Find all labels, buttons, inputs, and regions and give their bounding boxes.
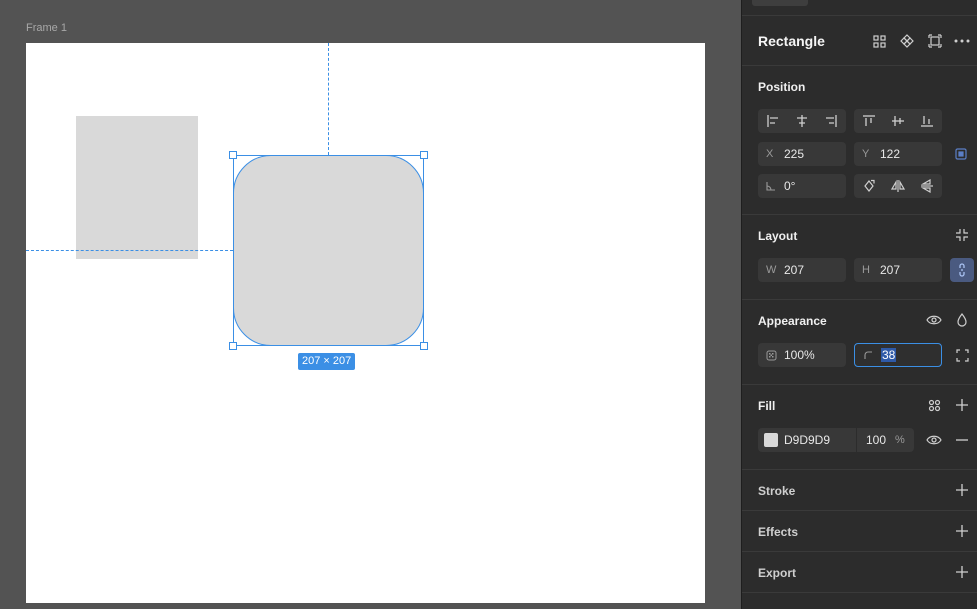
width-field[interactable]: W 207 <box>758 258 846 282</box>
resize-handle-top-right[interactable] <box>420 151 428 159</box>
layout-title: Layout <box>758 229 798 243</box>
remove-fill-icon[interactable] <box>953 431 971 449</box>
rectangle-shape[interactable] <box>76 116 198 259</box>
h-label: H <box>862 264 870 276</box>
align-center-horizontal-icon[interactable] <box>787 109 816 133</box>
panel-tabs <box>742 0 977 16</box>
align-middle-vertical-icon[interactable] <box>883 109 912 133</box>
fill-section: Fill D9D9D9 100 % <box>742 385 977 470</box>
opacity-icon <box>766 350 782 361</box>
add-fill-icon[interactable] <box>953 396 971 414</box>
rotation-field[interactable]: 0° <box>758 174 846 198</box>
w-label: W <box>766 264 777 276</box>
position-section: Position X 225 Y 122 0° <box>742 66 977 215</box>
component-icon[interactable] <box>898 32 916 50</box>
export-section: Export <box>742 552 977 593</box>
height-field[interactable]: H 207 <box>854 258 942 282</box>
canvas[interactable]: Frame 1 207 × 207 <box>0 0 741 609</box>
flip-horizontal-icon[interactable] <box>883 174 912 198</box>
fill-color-field[interactable]: D9D9D9 100 % <box>758 428 914 452</box>
corner-radius-value[interactable]: 38 <box>881 348 897 362</box>
link-icon <box>957 263 967 277</box>
y-value[interactable]: 122 <box>880 147 900 161</box>
align-bottom-icon[interactable] <box>912 109 941 133</box>
angle-icon <box>766 181 782 191</box>
stroke-section: Stroke <box>742 470 977 511</box>
align-right-icon[interactable] <box>816 109 845 133</box>
collapse-layout-icon[interactable] <box>953 226 971 244</box>
export-title: Export <box>758 566 797 580</box>
appearance-section: Appearance 100% 38 <box>742 300 977 385</box>
x-label: X <box>766 148 774 160</box>
object-header: Rectangle <box>742 16 977 66</box>
corner-radius-icon <box>863 350 879 360</box>
x-value[interactable]: 225 <box>784 147 804 161</box>
frame-label[interactable]: Frame 1 <box>26 22 67 34</box>
appearance-title: Appearance <box>758 314 827 328</box>
size-badge: 207 × 207 <box>298 353 356 370</box>
resize-handle-top-left[interactable] <box>229 151 237 159</box>
fill-percent-sign: % <box>895 434 905 446</box>
horizontal-align-group <box>758 109 846 133</box>
corner-radius-field[interactable]: 38 <box>854 343 942 367</box>
selected-rounded-rectangle[interactable] <box>233 155 424 346</box>
properties-panel: Rectangle Position X 225 Y 122 0° Layout… <box>741 0 977 609</box>
align-top-icon[interactable] <box>854 109 883 133</box>
w-value[interactable]: 207 <box>784 263 804 277</box>
fill-visibility-eye-icon[interactable] <box>925 431 943 449</box>
vertical-guide <box>328 43 329 155</box>
vertical-align-group <box>854 109 942 133</box>
resize-handle-bottom-right[interactable] <box>420 342 428 350</box>
constrain-proportions-button[interactable] <box>950 258 974 282</box>
fill-title: Fill <box>758 399 776 413</box>
fill-swatch[interactable] <box>764 433 778 447</box>
y-position-field[interactable]: Y 122 <box>854 142 942 166</box>
rotate-icon[interactable] <box>854 174 883 198</box>
frame-icon[interactable] <box>926 32 944 50</box>
add-effect-icon[interactable] <box>953 522 971 540</box>
independent-corners-icon[interactable] <box>953 346 971 364</box>
blend-mode-icon[interactable] <box>953 311 971 329</box>
effects-section: Effects <box>742 511 977 552</box>
fill-hex-value[interactable]: D9D9D9 <box>784 433 856 447</box>
transform-group <box>854 174 942 198</box>
rotation-value[interactable]: 0° <box>784 179 795 193</box>
object-title: Rectangle <box>758 33 825 49</box>
h-value[interactable]: 207 <box>880 263 900 277</box>
fill-opacity-value[interactable]: 100 <box>866 433 895 447</box>
horizontal-guide <box>26 250 233 251</box>
field-divider <box>856 428 857 452</box>
resize-handle-bottom-left[interactable] <box>229 342 237 350</box>
y-label: Y <box>862 148 870 160</box>
more-icon[interactable] <box>953 32 971 50</box>
x-position-field[interactable]: X 225 <box>758 142 846 166</box>
eye-icon[interactable] <box>925 311 943 329</box>
add-stroke-icon[interactable] <box>953 481 971 499</box>
tab-design[interactable] <box>752 0 808 6</box>
styles-icon[interactable] <box>925 396 943 414</box>
effects-title: Effects <box>758 525 799 539</box>
position-title: Position <box>758 80 806 94</box>
layout-section: Layout W 207 H 207 <box>742 215 977 300</box>
align-left-icon[interactable] <box>758 109 787 133</box>
flip-vertical-icon[interactable] <box>912 174 941 198</box>
opacity-value[interactable]: 100% <box>784 348 815 362</box>
constraints-icon[interactable] <box>952 145 970 163</box>
add-export-icon[interactable] <box>953 563 971 581</box>
grid-icon[interactable] <box>870 32 888 50</box>
stroke-title: Stroke <box>758 484 796 498</box>
opacity-field[interactable]: 100% <box>758 343 846 367</box>
